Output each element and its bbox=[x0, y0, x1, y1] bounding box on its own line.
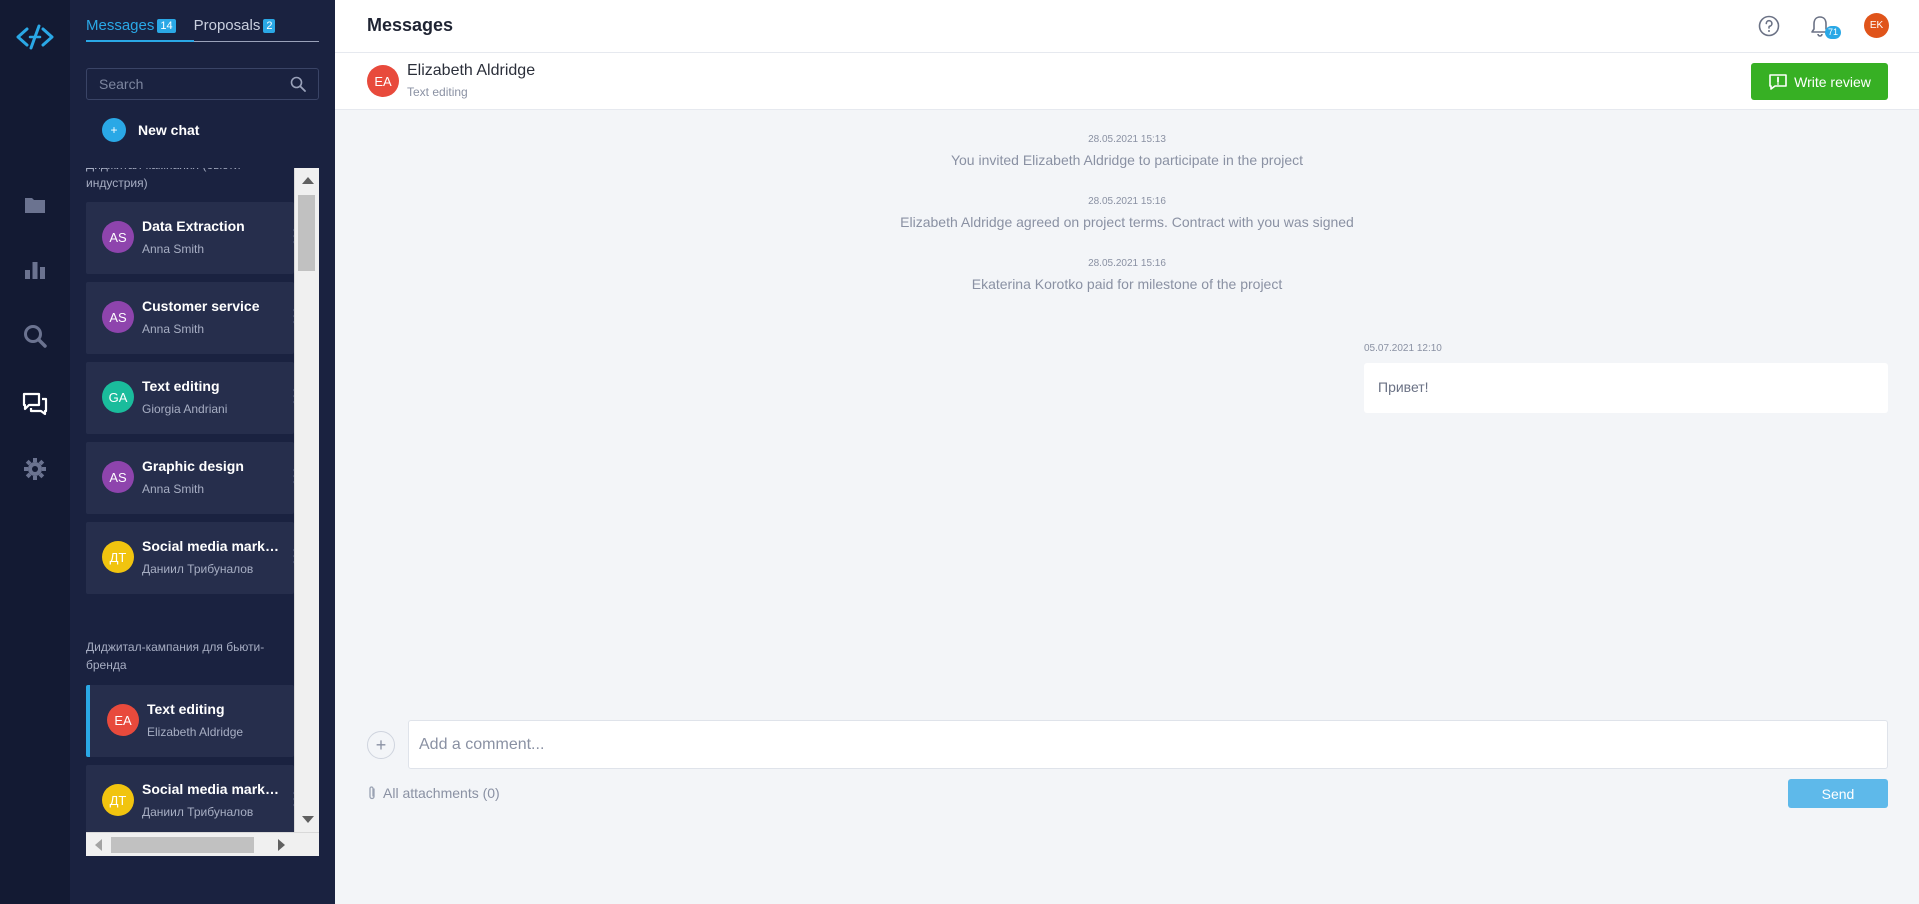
proposals-count-badge: 2 bbox=[263, 19, 276, 33]
horizontal-scrollbar[interactable] bbox=[86, 832, 319, 856]
chat-title: Graphic design bbox=[142, 458, 244, 474]
chat-person: Anna Smith bbox=[142, 482, 205, 496]
system-message: 28.05.2021 15:13 You invited Elizabeth A… bbox=[335, 134, 1919, 168]
scroll-right-arrow-icon[interactable] bbox=[278, 839, 285, 851]
paperclip-icon bbox=[369, 786, 375, 800]
tab-messages[interactable]: Messages 14 bbox=[86, 17, 194, 42]
scroll-left-arrow-icon[interactable] bbox=[95, 839, 102, 851]
search-icon[interactable] bbox=[290, 76, 306, 92]
message-time: 05.07.2021 12:10 bbox=[1364, 343, 1442, 354]
nav-rail bbox=[0, 0, 70, 904]
attachments-link[interactable]: All attachments (0) bbox=[367, 785, 500, 801]
chat-person: Elizabeth Aldridge bbox=[147, 725, 244, 739]
page-title: Messages bbox=[367, 15, 454, 35]
user-avatar[interactable]: EK bbox=[1864, 13, 1889, 38]
comment-box bbox=[408, 720, 1888, 769]
chat-item[interactable]: ДТ Social media marketing Даниил Трибуна… bbox=[86, 522, 296, 594]
chat-person: Даниил Трибуналов bbox=[142, 805, 254, 819]
tab-proposals-label: Proposals bbox=[193, 17, 261, 34]
avatar: AS bbox=[102, 301, 134, 333]
project-name: Text editing bbox=[407, 85, 468, 99]
chart-icon[interactable] bbox=[22, 257, 48, 283]
system-message-time: 28.05.2021 15:16 bbox=[1088, 196, 1166, 207]
logo-icon[interactable] bbox=[13, 20, 57, 54]
chat-icon[interactable] bbox=[22, 391, 48, 417]
chat-item[interactable]: AS Data Extraction Anna Smith bbox=[86, 202, 296, 274]
avatar: ДТ bbox=[102, 541, 134, 573]
help-icon[interactable] bbox=[1757, 14, 1781, 38]
comment-input[interactable] bbox=[409, 721, 1887, 768]
scroll-thumb[interactable] bbox=[298, 195, 315, 271]
panel-tabs: Messages 14 Proposals 2 bbox=[86, 17, 319, 42]
avatar: GA bbox=[102, 381, 134, 413]
chat-list-viewport[interactable]: Диджитал-кампания (бьюти-индустрия) AS D… bbox=[86, 168, 320, 856]
avatar: AS bbox=[102, 461, 134, 493]
review-icon bbox=[1769, 73, 1787, 90]
avatar: EA bbox=[107, 704, 139, 736]
scroll-thumb[interactable] bbox=[111, 837, 254, 853]
chat-title: Social media marketing bbox=[142, 538, 280, 554]
chat-item-active[interactable]: EA Text editing Elizabeth Aldridge bbox=[86, 685, 294, 757]
avatar: EA bbox=[367, 65, 399, 97]
chat-title: Data Extraction bbox=[142, 218, 245, 234]
chat-title: Customer service bbox=[142, 298, 260, 314]
system-message-text: You invited Elizabeth Aldridge to partic… bbox=[950, 152, 1304, 168]
system-message-text: Ekaterina Korotko paid for milestone of … bbox=[971, 276, 1283, 292]
write-review-button[interactable]: Write review bbox=[1751, 63, 1888, 100]
chat-item[interactable]: AS Graphic design Anna Smith bbox=[86, 442, 296, 514]
system-message: 28.05.2021 15:16 Elizabeth Aldridge agre… bbox=[335, 196, 1919, 230]
search-box bbox=[86, 68, 319, 100]
notifications-badge: 71 bbox=[1825, 26, 1842, 39]
vertical-scrollbar[interactable] bbox=[294, 168, 319, 832]
tab-messages-label: Messages bbox=[86, 17, 155, 34]
group-title: Диджитал-кампания для бьюти-бренда bbox=[86, 640, 265, 672]
tab-proposals[interactable]: Proposals 2 bbox=[194, 17, 294, 42]
chat-person: Giorgia Andriani bbox=[142, 402, 228, 416]
system-message: 28.05.2021 15:16 Ekaterina Korotko paid … bbox=[335, 258, 1919, 292]
new-chat-button[interactable]: + New chat bbox=[102, 118, 199, 142]
plus-icon: + bbox=[102, 118, 126, 142]
attachments-label: All attachments (0) bbox=[383, 785, 500, 801]
folder-icon[interactable] bbox=[22, 192, 48, 218]
chat-title: Text editing bbox=[147, 701, 225, 717]
send-button[interactable]: Send bbox=[1788, 779, 1888, 808]
chat-title: Text editing bbox=[142, 378, 220, 394]
group-title: Диджитал-кампания (бьюти-индустрия) bbox=[86, 168, 244, 190]
system-message-time: 28.05.2021 15:16 bbox=[1088, 258, 1166, 269]
search-icon[interactable] bbox=[22, 323, 48, 349]
contact-name: Elizabeth Aldridge bbox=[407, 62, 536, 79]
scroll-up-arrow-icon[interactable] bbox=[302, 177, 314, 184]
chat-list: Диджитал-кампания (бьюти-индустрия) AS D… bbox=[86, 168, 296, 845]
chat-item[interactable]: GA Text editing Giorgia Andriani bbox=[86, 362, 296, 434]
chat-item[interactable]: AS Customer service Anna Smith bbox=[86, 282, 296, 354]
top-bar: Messages 71 EK bbox=[335, 0, 1919, 53]
new-chat-label: New chat bbox=[138, 122, 200, 138]
search-input[interactable] bbox=[87, 69, 287, 99]
chat-person: Даниил Трибуналов bbox=[142, 562, 254, 576]
avatar: AS bbox=[102, 221, 134, 253]
scroll-down-arrow-icon[interactable] bbox=[302, 816, 314, 823]
avatar: ДТ bbox=[102, 784, 134, 816]
system-message-text: Elizabeth Aldridge agreed on project ter… bbox=[900, 214, 1354, 230]
chat-header: EA Elizabeth Aldridge Text editing Write… bbox=[335, 53, 1919, 110]
add-attachment-button[interactable]: + bbox=[367, 731, 395, 759]
chat-person: Anna Smith bbox=[142, 322, 205, 336]
chat-title: Social media marketing bbox=[142, 781, 280, 797]
chat-item[interactable]: ДТ Social media marketing Даниил Трибуна… bbox=[86, 765, 296, 837]
gear-icon[interactable] bbox=[22, 456, 48, 482]
chat-person: Anna Smith bbox=[142, 242, 205, 256]
message-bubble: Привет! bbox=[1364, 363, 1888, 413]
messages-count-badge: 14 bbox=[157, 19, 176, 33]
system-message-time: 28.05.2021 15:13 bbox=[1088, 134, 1166, 145]
write-review-label: Write review bbox=[1794, 73, 1871, 90]
